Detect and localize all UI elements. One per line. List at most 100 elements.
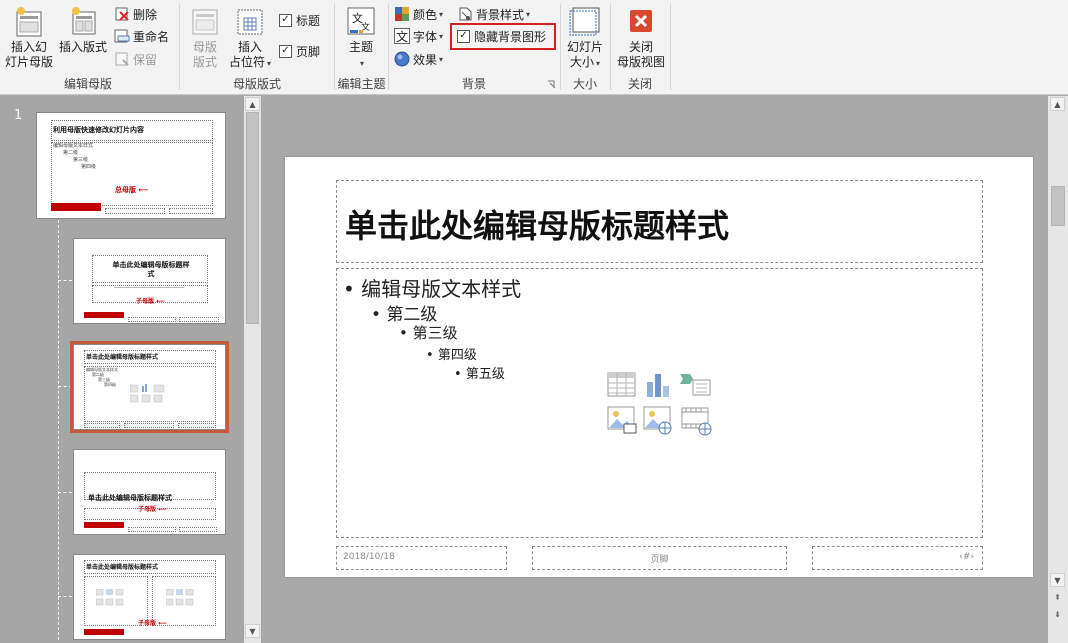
hierarchy-connector [58, 280, 72, 281]
scrollbar-thumb[interactable] [1051, 186, 1065, 226]
thumbnail-footer-placeholder [169, 208, 213, 214]
thumbnail-layout-section-header[interactable]: 单击此处编辑母版标题样式 子母版 ⟵ [73, 449, 226, 535]
colors-button[interactable]: 颜色 ▾ [394, 4, 443, 24]
fonts-button[interactable]: 文 字体 ▾ [394, 26, 443, 46]
bullet-level-3: • 第三级 [399, 324, 458, 342]
next-slide-icon[interactable]: ⇟ [1050, 607, 1065, 621]
master-layout-button[interactable]: 母版 版式 [187, 6, 223, 70]
highlight-box [450, 23, 556, 50]
fonts-icon: 文 [394, 28, 410, 44]
date-placeholder[interactable]: 2018/10/18 [336, 546, 507, 570]
group-label-close: 关闭 [627, 77, 652, 91]
thumbnail-red-bar [84, 522, 124, 528]
insert-online-picture-icon[interactable] [643, 406, 673, 436]
delete-button[interactable]: 删除 [114, 4, 157, 24]
insert-placeholder-button[interactable]: 插入 占位符 ▾ [225, 6, 275, 71]
themes-button[interactable]: 文 文 主题 ▾ [341, 6, 381, 71]
previous-slide-icon[interactable]: ⇞ [1050, 590, 1065, 604]
ribbon-separator [670, 4, 671, 90]
thumbnail-sub-note: 子母版 ⟵ [136, 298, 165, 305]
slide-master-layout[interactable]: 单击此处编辑母版标题样式 • 编辑母版文本样式 • 第二级 • 第三级 • 第四… [285, 157, 1033, 577]
thumbnail-title: 利用母版快速修改幻灯片内容 [53, 126, 144, 134]
insert-layout-icon [72, 7, 96, 35]
thumbnail-footer-placeholder [128, 527, 176, 532]
group-master-layout: 母版 版式 插入 占位符 ▾ ✓ 标题 ✓ 页脚 母版版式 [181, 0, 333, 95]
slide-thumbnail-pane[interactable]: 1 利用母版快速修改幻灯片内容 编辑母版文本样式 第二级 第三级 第四级 总母版… [0, 96, 262, 643]
thumbnail-footer-placeholder [128, 317, 176, 322]
footer-placeholder[interactable]: 页脚 [532, 546, 787, 570]
thumbnail-layout-two-content[interactable]: 单击此处编辑母版标题样式 子母版 ⟵ [73, 554, 226, 640]
group-label-background: 背景 [461, 77, 486, 91]
thumbnail-content-icons [96, 589, 124, 606]
rename-button[interactable]: 重命名 [114, 26, 169, 46]
bullet-level-5: • 第五级 [454, 367, 505, 382]
insert-picture-icon[interactable] [607, 406, 637, 436]
group-label-size: 大小 [572, 77, 597, 91]
hierarchy-connector [58, 386, 72, 387]
thumbnail-body-text: 编辑母版文本样式 第二级 第三级 第四级 [53, 143, 96, 171]
thumbnail-footer-placeholder [84, 423, 120, 428]
thumbnail-title: 单击此处编辑母版标题样式 [88, 494, 172, 502]
thumbnail-footer-placeholder [179, 527, 217, 532]
slide-size-icon [569, 7, 600, 36]
insert-placeholder-icon [237, 9, 263, 35]
thumbnail-sub-note: 子母版 ⟵ [138, 620, 167, 627]
effects-icon [394, 51, 410, 67]
thumbnail-footer-placeholder [105, 208, 165, 214]
scroll-up-arrow-icon[interactable]: ▲ [1050, 97, 1065, 111]
thumbnail-slide-master[interactable]: 利用母版快速修改幻灯片内容 编辑母版文本样式 第二级 第三级 第四级 总母版 ⟵ [36, 112, 226, 219]
rename-icon [114, 29, 130, 43]
group-label-master-layout: 母版版式 [232, 77, 281, 91]
themes-caret-icon: ▾ [359, 59, 364, 68]
footer-checkbox[interactable]: ✓ 页脚 [279, 41, 320, 61]
thumbnail-bullet: 第四级 [104, 382, 116, 387]
ribbon: 插入幻 灯片母版 插入版式 删除 重命名 保留 编辑母版 母版 版式 插入 占位… [0, 0, 1068, 95]
thumbnail-title: 单击此处编辑母版标题样式 [86, 564, 159, 571]
master-layout-icon [192, 9, 218, 35]
footer-date: 2018/10/18 [343, 552, 395, 562]
insert-placeholder-caret-icon: ▾ [267, 59, 272, 68]
slide-title: 单击此处编辑母版标题样式 [345, 207, 730, 245]
scrollbar-thumb[interactable] [246, 112, 259, 324]
title-placeholder[interactable]: 单击此处编辑母版标题样式 [336, 180, 983, 263]
insert-smartart-icon[interactable] [679, 372, 711, 398]
group-close: 关闭 母版视图 关闭 [611, 0, 669, 95]
thumbnail-layout-title-content[interactable]: 单击此处编辑母版标题样式 编辑母版文本样式 第二级 第三级 第四级 [70, 341, 229, 433]
slide-number: 1 [14, 108, 23, 123]
close-master-view-button[interactable]: 关闭 母版视图 [613, 6, 669, 70]
thumbnail-footer-placeholder [178, 423, 216, 428]
insert-table-icon[interactable] [607, 372, 637, 398]
fonts-caret-icon: ▾ [439, 31, 444, 41]
thumbnail-pane-scrollbar[interactable]: ▲ ▼ [244, 96, 261, 643]
colors-icon [395, 7, 409, 21]
slide-number-placeholder[interactable]: ‹#› [812, 546, 983, 570]
scroll-up-arrow-icon[interactable]: ▲ [245, 97, 260, 111]
insert-video-icon[interactable] [681, 406, 713, 436]
ribbon-separator [179, 4, 180, 90]
preserve-icon [115, 52, 129, 66]
group-background: 颜色 ▾ 文 字体 ▾ 效果 ▾ 背景样式 ▾ ✓ 隐藏背景图形 背景 [389, 0, 559, 95]
colors-caret-icon: ▾ [439, 9, 444, 19]
effects-button[interactable]: 效果 ▾ [394, 49, 443, 69]
title-checkbox[interactable]: ✓ 标题 [279, 10, 320, 30]
slide-size-caret-icon: ▾ [596, 59, 601, 68]
insert-chart-icon[interactable] [644, 372, 672, 398]
background-styles-button[interactable]: 背景样式 ▾ [457, 4, 530, 24]
thumbnail-layout-title[interactable]: 单击此处编辑母版标题样式 子母版 ⟵ [73, 238, 226, 324]
thumbnail-content-icons [130, 384, 165, 403]
group-label-edit-master: 编辑母版 [63, 77, 112, 91]
themes-icon: 文 文 [347, 7, 375, 35]
slide-size-button[interactable]: 幻灯片 大小 ▾ [563, 6, 607, 71]
main-canvas-scrollbar[interactable]: ▲ ▼ ⇞ ⇟ [1048, 96, 1068, 643]
preserve-button[interactable]: 保留 [114, 49, 157, 69]
scroll-down-arrow-icon[interactable]: ▼ [245, 624, 260, 638]
scroll-down-arrow-icon[interactable]: ▼ [1050, 573, 1065, 587]
thumbnail-footer-placeholder [179, 317, 219, 322]
thumbnail-red-bar [51, 203, 101, 211]
thumbnail-master-note: 总母版 ⟵ [115, 186, 149, 194]
thumbnail-body-placeholder [84, 508, 216, 520]
insert-slide-master-icon [16, 7, 42, 37]
insert-slide-master-button[interactable]: 插入幻 灯片母版 [4, 6, 54, 70]
content-placeholder[interactable]: • 编辑母版文本样式 • 第二级 • 第三级 • 第四级 • 第五级 [336, 268, 983, 538]
insert-layout-button[interactable]: 插入版式 [56, 6, 110, 55]
